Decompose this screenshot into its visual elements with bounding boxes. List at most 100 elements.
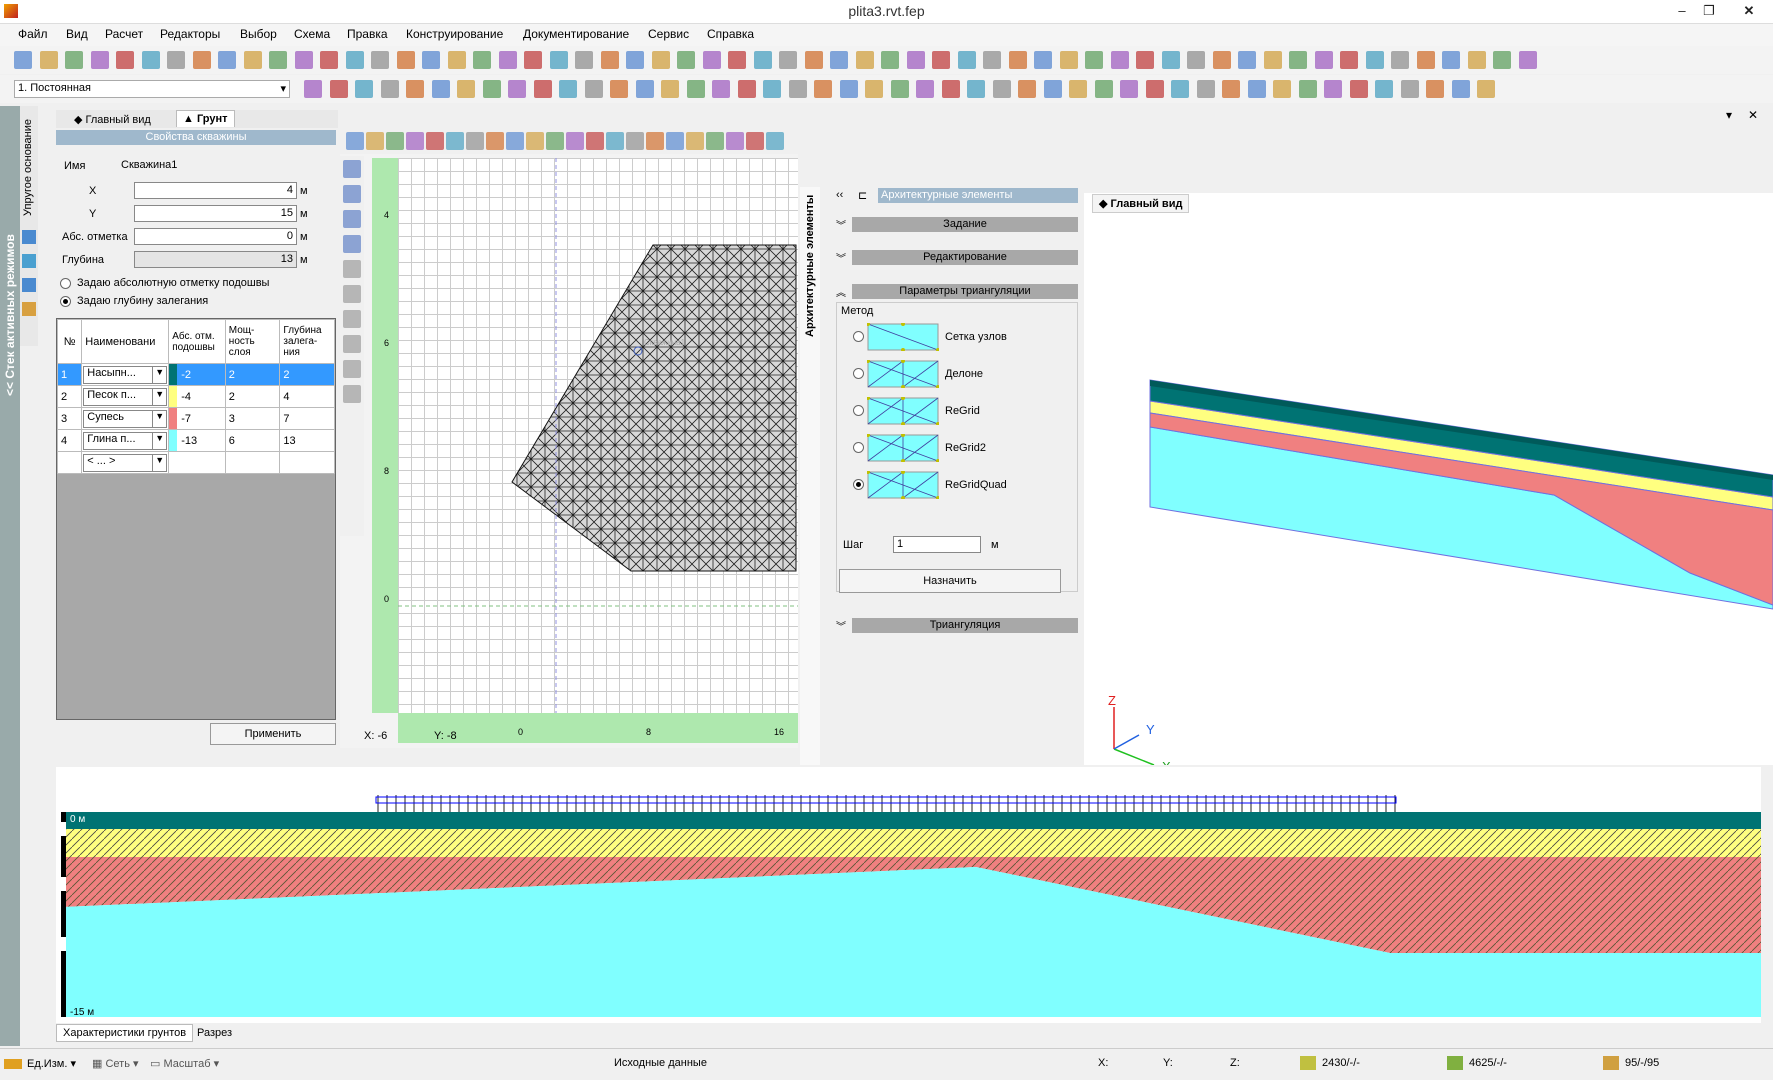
toolbar-icon[interactable] [498, 51, 517, 69]
tab-soil[interactable]: ▲ Грунт [176, 110, 235, 127]
net-button[interactable]: ▦ Сеть ▾ [92, 1057, 139, 1070]
toolbar-icon[interactable] [304, 80, 322, 98]
cell-abs[interactable]: -2 [168, 363, 226, 386]
toolbar-icon[interactable] [575, 51, 593, 69]
cell-abs[interactable]: -13 [168, 429, 226, 452]
chevron-down-icon[interactable]: ▼ [152, 432, 166, 449]
plan-tool-icon[interactable] [626, 132, 644, 150]
toolbar-icon[interactable] [320, 51, 338, 69]
toolbar-icon[interactable] [728, 51, 746, 69]
toolbar-icon[interactable] [1120, 80, 1138, 98]
toolbar-icon[interactable] [1018, 80, 1036, 98]
toolbar-icon[interactable] [839, 80, 858, 98]
section-edit[interactable]: Редактирование [852, 250, 1078, 265]
toolbar-icon[interactable] [830, 51, 848, 69]
toolbar-icon[interactable] [1391, 51, 1409, 69]
toolbar-icon[interactable] [932, 51, 950, 69]
toolbar-icon[interactable] [651, 51, 670, 69]
table-row[interactable]: 3 Супесь ▼ -7 3 7 [56, 407, 335, 430]
menu-calc[interactable]: Расчет [105, 27, 143, 41]
toolbar-icon[interactable] [804, 51, 823, 69]
method-radio-2[interactable] [853, 405, 864, 416]
toolbar-icon[interactable] [473, 51, 491, 69]
toolbar-icon[interactable] [1518, 51, 1537, 69]
menu-editors[interactable]: Редакторы [160, 27, 220, 41]
toolbar-icon[interactable] [141, 51, 160, 69]
toolbar-icon[interactable] [1247, 80, 1266, 98]
toolbar-icon[interactable] [1136, 51, 1154, 69]
toolbar-icon[interactable] [90, 51, 109, 69]
toolbar-icon[interactable] [1187, 51, 1205, 69]
toolbar-icon[interactable] [1298, 80, 1317, 98]
scale-button[interactable]: ▭ Масштаб ▾ [150, 1057, 219, 1070]
mode-icon-2[interactable] [22, 254, 36, 268]
toolbar-icon[interactable] [967, 80, 985, 98]
cell-thick[interactable]: 2 [224, 363, 281, 386]
toolbar-icon[interactable] [737, 80, 756, 98]
table-row[interactable]: 2 Песок п... ▼ -4 2 4 [56, 385, 335, 408]
toolbar-icon[interactable] [1273, 80, 1291, 98]
toolbar-icon[interactable] [814, 80, 832, 98]
toolbar-icon[interactable] [1094, 80, 1113, 98]
toolbar-icon[interactable] [1212, 51, 1231, 69]
plan-tool-icon[interactable] [446, 132, 464, 150]
toolbar-icon[interactable] [218, 51, 236, 69]
toolbar-icon[interactable] [1349, 80, 1368, 98]
plan-tool-icon[interactable] [646, 132, 664, 150]
plan-tool-icon[interactable] [366, 132, 384, 150]
toolbar-icon[interactable] [508, 80, 526, 98]
toolbar-icon[interactable] [406, 80, 424, 98]
menu-view[interactable]: Вид [66, 27, 88, 41]
expand-triang-icon[interactable]: ︾ [836, 618, 846, 633]
toolbar-icon[interactable] [294, 51, 313, 69]
toolbar-icon[interactable] [1043, 80, 1062, 98]
plan-tool-icon[interactable] [606, 132, 624, 150]
method-radio-4[interactable] [853, 479, 864, 490]
radio-abs-bottom[interactable] [60, 278, 71, 289]
section-view[interactable]: 0 м -15 м [56, 767, 1761, 1023]
plan-tool-icon[interactable] [506, 132, 524, 150]
table-row[interactable]: 1 Насыпн... ▼ -2 2 2 [56, 363, 335, 386]
chevron-down-icon[interactable]: ▼ [152, 410, 166, 427]
toolbar-icon[interactable] [457, 80, 475, 98]
chevron-down-icon[interactable]: ▼ [152, 366, 166, 383]
toolbar-icon[interactable] [584, 80, 603, 98]
plan-side-tool-icon[interactable] [343, 310, 361, 328]
radio-depth[interactable] [60, 296, 71, 307]
toolbar-icon[interactable] [881, 51, 899, 69]
toolbar-icon[interactable] [167, 51, 185, 69]
toolbar-icon[interactable] [422, 51, 440, 69]
pin-dropdown-icon[interactable]: ▾ [1726, 108, 1732, 122]
toolbar-icon[interactable] [983, 51, 1001, 69]
arch-vertical-tab[interactable]: Архитектурные элементы [800, 187, 820, 765]
plan-tool-icon[interactable] [566, 132, 584, 150]
plan-side-tool-icon[interactable] [343, 385, 361, 403]
plan-tool-icon[interactable] [546, 132, 564, 150]
y-input[interactable]: 15 [134, 205, 297, 222]
plan-tool-icon[interactable] [586, 132, 604, 150]
toolbar-icon[interactable] [1340, 51, 1358, 69]
units-button[interactable]: Ед.Изм. ▾ [27, 1057, 76, 1070]
toolbar-icon[interactable] [192, 51, 211, 69]
table-row-new[interactable]: < ... > ▼ [56, 451, 335, 474]
toolbar-icon[interactable] [1161, 51, 1180, 69]
toolbar-icon[interactable] [661, 80, 679, 98]
collapse-icon[interactable]: ‹‹ [836, 189, 843, 201]
chevron-down-icon[interactable]: ▼ [152, 388, 166, 405]
table-row[interactable]: 4 Глина п... ▼ -13 6 13 [56, 429, 335, 452]
plan-side-tool-icon[interactable] [343, 260, 361, 278]
assign-button[interactable]: Назначить [839, 569, 1061, 593]
plan-tool-icon[interactable] [686, 132, 704, 150]
toolbar-icon[interactable] [1324, 80, 1342, 98]
plan-side-tool-icon[interactable] [343, 210, 361, 228]
tab-soil-characteristics[interactable]: Характеристики грунтов [56, 1024, 194, 1042]
menu-file[interactable]: Файл [18, 27, 48, 41]
toolbar-icon[interactable] [345, 51, 364, 69]
plan-side-tool-icon[interactable] [343, 360, 361, 378]
toolbar-icon[interactable] [890, 80, 909, 98]
x-input[interactable]: 4 [134, 182, 297, 199]
toolbar-icon[interactable] [1069, 80, 1087, 98]
toolbar-icon[interactable] [1416, 51, 1435, 69]
plan-tool-icon[interactable] [666, 132, 684, 150]
view-3d[interactable]: ◆ Главный вид Z Y X [1084, 193, 1773, 765]
